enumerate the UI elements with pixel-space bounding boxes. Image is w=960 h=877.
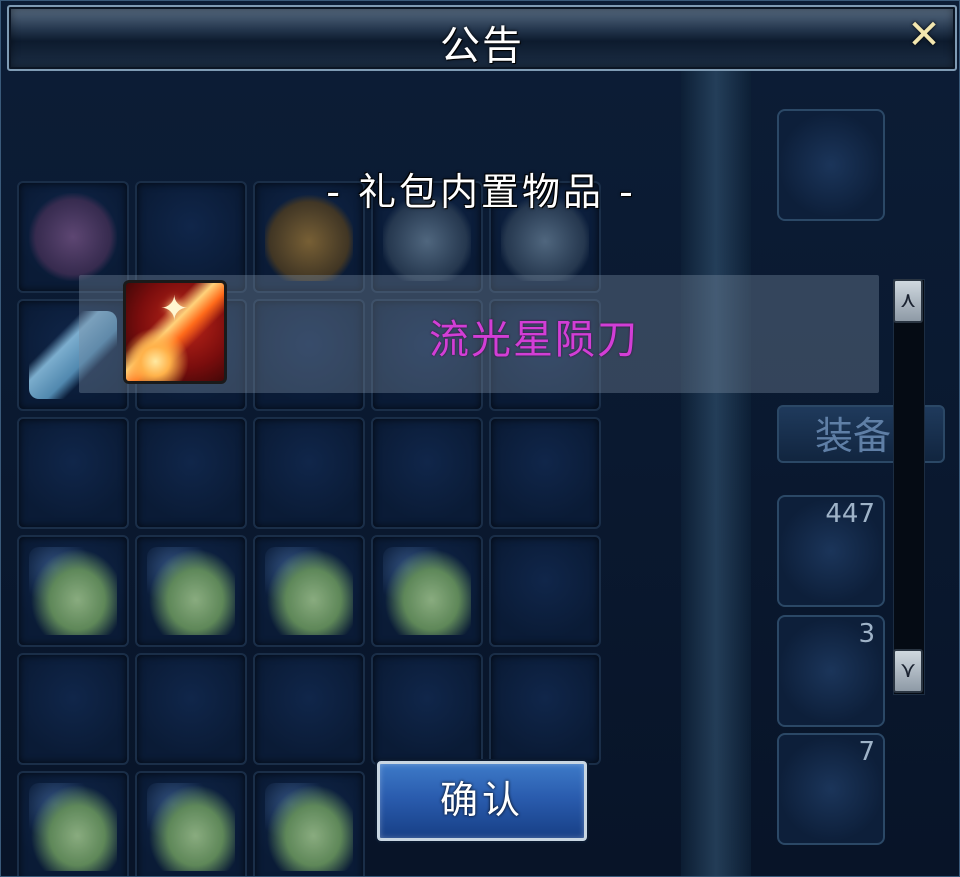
leaf-icon <box>147 547 235 635</box>
inventory-slot[interactable] <box>135 771 247 876</box>
item-count: 447 <box>825 499 875 529</box>
sparkle-icon: ✦ <box>160 289 189 329</box>
item-count: 3 <box>858 619 875 649</box>
equipment-slot[interactable]: 7 <box>777 733 885 845</box>
inventory-slot[interactable] <box>371 417 483 529</box>
inventory-slot[interactable] <box>135 653 247 765</box>
scroll-down-button[interactable]: ⋎ <box>893 649 923 693</box>
inventory-slot[interactable] <box>253 653 365 765</box>
inventory-slot[interactable] <box>253 535 365 647</box>
leaf-icon <box>383 547 471 635</box>
inventory-slot[interactable] <box>489 417 601 529</box>
inventory-slot[interactable] <box>489 535 601 647</box>
inventory-slot[interactable] <box>135 535 247 647</box>
notice-dialog: 447 3 7 装备 ⋏ ⋎ 公告 ✕ - 礼包内置物品 - ✦ 流光星陨刀 确… <box>0 0 960 877</box>
confirm-button[interactable]: 确认 <box>377 761 587 841</box>
leaf-icon <box>147 783 235 871</box>
close-icon: ✕ <box>907 12 941 58</box>
leaf-icon <box>29 547 117 635</box>
inventory-slot[interactable] <box>17 771 129 876</box>
scrollbar-track[interactable] <box>893 279 925 695</box>
sword-icon: ✦ <box>123 280 227 384</box>
dialog-title: 公告 <box>440 23 524 69</box>
inventory-slot[interactable] <box>17 535 129 647</box>
inventory-slot[interactable] <box>489 653 601 765</box>
inventory-slot[interactable] <box>371 535 483 647</box>
inventory-slot[interactable] <box>17 417 129 529</box>
gift-item-row: ✦ 流光星陨刀 <box>79 275 879 393</box>
equipment-slot[interactable]: 3 <box>777 615 885 727</box>
leaf-icon <box>265 783 353 871</box>
leaf-icon <box>29 783 117 871</box>
item-count: 7 <box>858 737 875 767</box>
scroll-up-button[interactable]: ⋏ <box>893 279 923 323</box>
gift-contents-heading: - 礼包内置物品 - <box>326 170 636 214</box>
equipment-slot[interactable]: 447 <box>777 495 885 607</box>
inventory-slot[interactable] <box>17 653 129 765</box>
inventory-slot[interactable] <box>371 653 483 765</box>
inventory-slot[interactable] <box>253 771 365 876</box>
inventory-slot[interactable] <box>253 417 365 529</box>
item-name: 流光星陨刀 <box>429 317 639 363</box>
title-bar: 公告 ✕ <box>7 5 957 71</box>
leaf-icon <box>265 547 353 635</box>
close-button[interactable]: ✕ <box>903 13 945 57</box>
inventory-slot[interactable] <box>135 417 247 529</box>
